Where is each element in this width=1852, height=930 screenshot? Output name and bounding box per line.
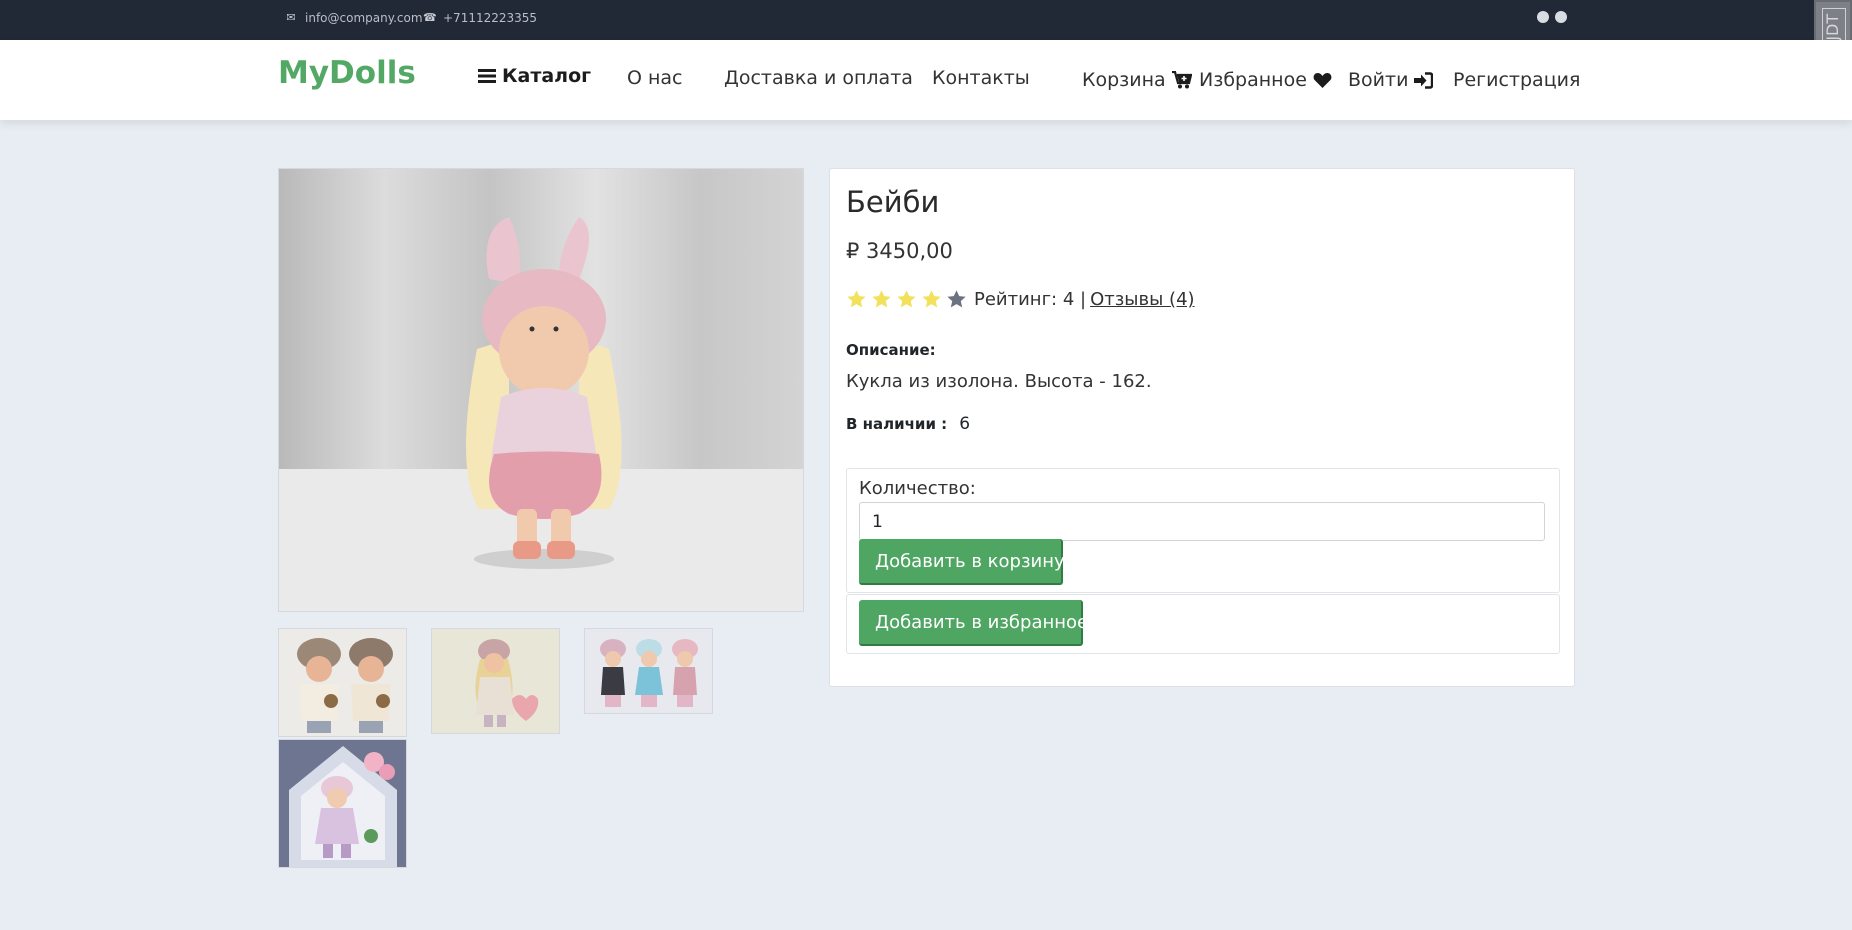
description-text: Кукла из изолона. Высота - 162.: [846, 371, 1152, 392]
product-main-image[interactable]: [278, 168, 804, 612]
product-thumbnail[interactable]: [584, 628, 713, 714]
star-filled-icon: [897, 290, 916, 308]
star-empty-icon: [947, 290, 966, 308]
telegram-icon[interactable]: [1537, 11, 1549, 23]
nav-contacts[interactable]: Контакты: [932, 67, 1030, 89]
cart-icon: [1171, 71, 1192, 89]
doll-bears-photo: [279, 629, 406, 736]
product-title: Бейби: [846, 185, 940, 219]
social-links: [1537, 11, 1567, 23]
nav-cart-label: Корзина: [1082, 69, 1166, 91]
description-label: Описание:: [846, 341, 936, 359]
menu-icon: [478, 69, 496, 83]
product-rating: Рейтинг: 4 | Отзывы (4): [846, 289, 1195, 310]
product-thumbnail[interactable]: [278, 628, 407, 737]
star-filled-icon: [847, 290, 866, 308]
reviews-link[interactable]: Отзывы (4): [1090, 289, 1194, 310]
product-thumbnail[interactable]: [431, 628, 560, 734]
product-thumbnail[interactable]: [278, 739, 407, 868]
product-price: ₽ 3450,00: [846, 239, 953, 263]
doll-bunny-photo: [279, 169, 803, 611]
add-to-cart-button[interactable]: Добавить в корзину: [859, 539, 1065, 585]
nav-catalog-label: Каталог: [502, 65, 592, 87]
envelope-icon: ✉: [286, 11, 296, 24]
navbar: MyDolls Каталог О нас Доставка и оплата …: [0, 40, 1852, 120]
quantity-input[interactable]: [859, 502, 1545, 541]
top-bar: ✉ info@company.com ☎ +71112223355: [0, 0, 1852, 40]
product-info-card: Бейби ₽ 3450,00 Рейтинг: 4 | Отзывы (4) …: [829, 168, 1575, 687]
nav-register[interactable]: Регистрация: [1453, 69, 1580, 91]
stock-label: В наличии :: [846, 415, 948, 433]
brand-logo[interactable]: MyDolls: [278, 55, 416, 91]
nav-catalog[interactable]: Каталог: [478, 65, 591, 87]
phone-contact[interactable]: ☎ +71112223355: [423, 11, 537, 25]
phone-icon: ☎: [423, 11, 437, 24]
star-filled-icon: [872, 290, 891, 308]
quantity-label: Количество:: [859, 478, 976, 499]
nav-cart[interactable]: Корзина: [1082, 69, 1192, 91]
add-to-favorites-form: Добавить в избранное: [846, 594, 1560, 654]
stock-value: 6: [959, 414, 971, 434]
email-text: info@company.com: [305, 11, 423, 25]
doll-heart-photo: [432, 629, 559, 733]
rating-stars: [846, 289, 967, 310]
doll-house-photo: [279, 740, 406, 867]
add-to-favorites-button[interactable]: Добавить в избранное: [859, 600, 1088, 646]
whatsapp-icon[interactable]: [1555, 11, 1567, 23]
nav-login-label: Войти: [1348, 69, 1409, 91]
add-to-cart-form: Количество: Добавить в корзину: [846, 468, 1560, 593]
star-filled-icon: [922, 290, 941, 308]
heart-icon: [1313, 72, 1332, 88]
nav-login[interactable]: Войти: [1348, 69, 1434, 91]
dolls-trio-photo: [585, 629, 712, 713]
nav-favorites-label: Избранное: [1199, 69, 1307, 91]
email-contact[interactable]: ✉ info@company.com: [285, 11, 423, 25]
nav-about[interactable]: О нас: [627, 67, 683, 89]
nav-favorites[interactable]: Избранное: [1199, 69, 1332, 91]
rating-text: Рейтинг: 4 |: [974, 289, 1087, 310]
phone-text: +71112223355: [443, 11, 538, 25]
sign-in-icon: [1414, 71, 1434, 89]
nav-delivery[interactable]: Доставка и оплата: [724, 67, 913, 89]
stock-info: В наличии : 6: [846, 414, 970, 434]
